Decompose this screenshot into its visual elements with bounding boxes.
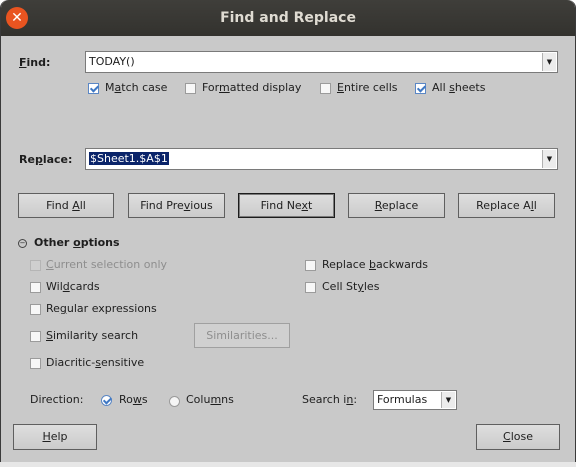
chevron-down-icon[interactable]: ▼	[542, 53, 556, 71]
similarity-search-label[interactable]: Similarity search	[46, 329, 138, 342]
collapse-icon[interactable]: −	[18, 239, 27, 248]
replace-input[interactable]: $Sheet1.$A$1	[89, 152, 169, 165]
formatted-display-label[interactable]: Formatted display	[202, 81, 301, 94]
similarities-button[interactable]: Similarities...	[194, 323, 290, 348]
all-sheets-checkbox[interactable]	[415, 83, 426, 94]
chevron-down-icon[interactable]: ▼	[441, 392, 455, 408]
replace-backwards-checkbox[interactable]	[305, 260, 316, 271]
current-selection-only-checkbox[interactable]	[30, 260, 41, 271]
cell-styles-label[interactable]: Cell Styles	[322, 280, 379, 293]
replace-combobox[interactable]: $Sheet1.$A$1 ▼	[85, 148, 558, 170]
help-button[interactable]: Help	[13, 424, 97, 450]
match-case-checkbox[interactable]	[88, 83, 99, 94]
rows-label[interactable]: Rows	[119, 393, 148, 406]
rows-radio[interactable]	[101, 395, 112, 406]
window-title: Find and Replace	[220, 10, 356, 26]
columns-radio[interactable]	[169, 396, 180, 407]
all-sheets-label[interactable]: All sheets	[432, 81, 485, 94]
close-button[interactable]: Close	[476, 424, 560, 450]
find-input[interactable]: TODAY()	[89, 55, 135, 68]
entire-cells-label[interactable]: Entire cells	[337, 81, 398, 94]
regular-expressions-checkbox[interactable]	[30, 304, 41, 315]
regular-expressions-label[interactable]: Regular expressions	[46, 302, 157, 315]
find-previous-button[interactable]: Find Previous	[128, 193, 225, 218]
diacritic-sensitive-label[interactable]: Diacritic-sensitive	[46, 356, 144, 369]
replace-backwards-label[interactable]: Replace backwards	[322, 258, 428, 271]
find-replace-dialog: ✕ Find and Replace Find: TODAY() ▼ Match…	[0, 0, 576, 463]
cell-styles-checkbox[interactable]	[305, 282, 316, 293]
wildcards-label[interactable]: Wildcards	[46, 280, 100, 293]
title-bar: ✕ Find and Replace	[1, 0, 575, 36]
replace-button[interactable]: Replace	[348, 193, 445, 218]
match-case-label[interactable]: Match case	[105, 81, 167, 94]
chevron-down-icon[interactable]: ▼	[542, 150, 556, 168]
search-in-select[interactable]: Formulas ▼	[373, 390, 457, 410]
find-combobox[interactable]: TODAY() ▼	[85, 51, 558, 73]
entire-cells-checkbox[interactable]	[320, 83, 331, 94]
diacritic-sensitive-checkbox[interactable]	[30, 358, 41, 369]
similarity-search-checkbox[interactable]	[30, 331, 41, 342]
other-options-expander[interactable]: Other options	[34, 236, 120, 249]
replace-all-button[interactable]: Replace All	[458, 193, 555, 218]
find-label: Find:	[19, 56, 51, 69]
columns-label[interactable]: Columns	[186, 393, 234, 406]
wildcards-checkbox[interactable]	[30, 282, 41, 293]
current-selection-only-label[interactable]: Current selection only	[46, 258, 167, 271]
formatted-display-checkbox[interactable]	[185, 83, 196, 94]
spreadsheet-background	[0, 462, 576, 467]
replace-label: Replace:	[19, 153, 73, 166]
find-all-button[interactable]: Find All	[18, 193, 114, 218]
find-next-button[interactable]: Find Next	[238, 193, 335, 218]
search-in-label: Search in:	[302, 393, 358, 406]
direction-label: Direction:	[30, 393, 84, 406]
